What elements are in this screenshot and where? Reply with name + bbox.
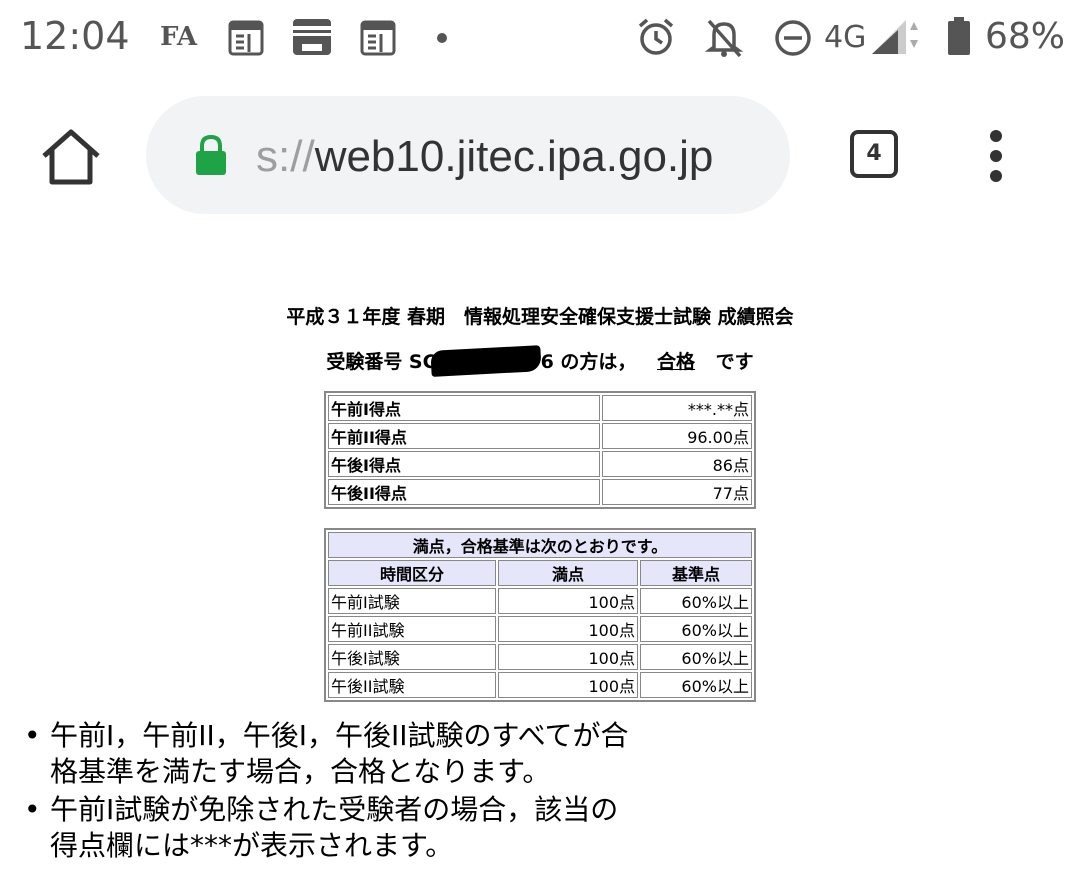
table-header-row: 時間区分 満点 基準点 (328, 560, 752, 586)
table-row: 午前II得点 96.00点 (328, 423, 752, 449)
pass-threshold: 60%以上 (640, 672, 752, 698)
score-value: 77点 (602, 479, 752, 505)
max-score: 100点 (498, 616, 638, 642)
table-row: 午後II得点 77点 (328, 479, 752, 505)
table-row: 午前I試験 100点 60%以上 (328, 588, 752, 614)
score-value: 96.00点 (602, 423, 752, 449)
address-bar[interactable]: s://web10.jitec.ipa.go.jp (146, 96, 790, 214)
exam-section: 午前I試験 (328, 588, 496, 614)
max-score: 100点 (498, 588, 638, 614)
score-label: 午後II得点 (328, 479, 600, 505)
pass-threshold: 60%以上 (640, 616, 752, 642)
result-prefix: 受験番号 SC (326, 351, 437, 373)
result-end: です (715, 351, 754, 373)
score-value: 86点 (602, 451, 752, 477)
table-caption-row: 満点，合格基準は次のとおりです。 (328, 532, 752, 558)
exam-section: 午前II試験 (328, 616, 496, 642)
pass-threshold: 60%以上 (640, 588, 752, 614)
status-bar: 12:04 FA 4G 68% (0, 0, 1080, 78)
score-label: 午前I得点 (328, 395, 600, 421)
tab-switcher-button[interactable]: 4 (850, 130, 898, 178)
exam-section: 午後I試験 (328, 644, 496, 670)
table-row: 午後I得点 86点 (328, 451, 752, 477)
browser-toolbar: s://web10.jitec.ipa.go.jp 4 (0, 78, 1080, 240)
newspaper-icon (228, 20, 264, 56)
exam-section: 午後II試験 (328, 672, 496, 698)
score-value: ***.**点 (602, 395, 752, 421)
notes-list: 午前I，午前II，午後I，午後II試験のすべてが合格基準を満たす場合，合格となり… (24, 718, 644, 866)
url-text: s://web10.jitec.ipa.go.jp (256, 132, 713, 182)
battery-icon (948, 17, 970, 55)
criteria-table: 満点，合格基準は次のとおりです。 時間区分 満点 基準点 午前I試験 100点 … (324, 528, 756, 702)
home-icon[interactable] (40, 128, 102, 186)
dot-icon (437, 33, 447, 43)
clock: 12:04 (20, 14, 130, 58)
table-row: 午前II試験 100点 60%以上 (328, 616, 752, 642)
page-title: 平成３１年度 春期 情報処理安全確保支援士試験 成績照会 (286, 306, 794, 328)
fa-notification-icon: FA (160, 22, 198, 52)
max-score: 100点 (498, 672, 638, 698)
score-label: 午前II得点 (328, 423, 600, 449)
max-score: 100点 (498, 644, 638, 670)
score-label: 午後I得点 (328, 451, 600, 477)
list-item: 午前I試験が免除された受験者の場合，該当の得点欄には***が表示されます。 (24, 792, 644, 864)
web-page: 平成３１年度 春期 情報処理安全確保支援士試験 成績照会 受験番号 SC 6 の方… (0, 240, 1080, 875)
battery-percent: 68% (985, 16, 1066, 57)
column-header: 満点 (498, 560, 638, 586)
table-row: 午後I試験 100点 60%以上 (328, 644, 752, 670)
table-row: 午前I得点 ***.**点 (328, 395, 752, 421)
column-header: 基準点 (640, 560, 752, 586)
url-scheme: s:// (256, 132, 315, 181)
alarm-icon (638, 18, 674, 55)
scores-table: 午前I得点 ***.**点 午前II得点 96.00点 午後I得点 86点 午後… (324, 391, 756, 509)
pass-card-icon (293, 19, 331, 55)
result-suffix: 6 の方は， (540, 351, 637, 373)
result-status: 合格 (657, 351, 696, 373)
newspaper-icon (360, 20, 396, 56)
signal-icon (872, 20, 918, 54)
table-row: 午後II試験 100点 60%以上 (328, 672, 752, 698)
list-item: 午前I，午前II，午後I，午後II試験のすべてが合格基準を満たす場合，合格となり… (24, 718, 644, 790)
url-host: web10.jitec.ipa.go.jp (314, 132, 714, 181)
lock-icon (196, 134, 226, 175)
result-line: 受験番号 SC 6 の方は， 合格 です (0, 345, 1080, 377)
column-header: 時間区分 (328, 560, 496, 586)
overflow-menu-icon[interactable] (984, 130, 1008, 182)
pass-threshold: 60%以上 (640, 644, 752, 670)
bell-off-icon (704, 19, 744, 58)
criteria-caption: 満点，合格基準は次のとおりです。 (328, 532, 752, 558)
network-type: 4G (824, 20, 867, 55)
redaction-mark (429, 345, 542, 377)
do-not-disturb-icon (775, 20, 811, 56)
